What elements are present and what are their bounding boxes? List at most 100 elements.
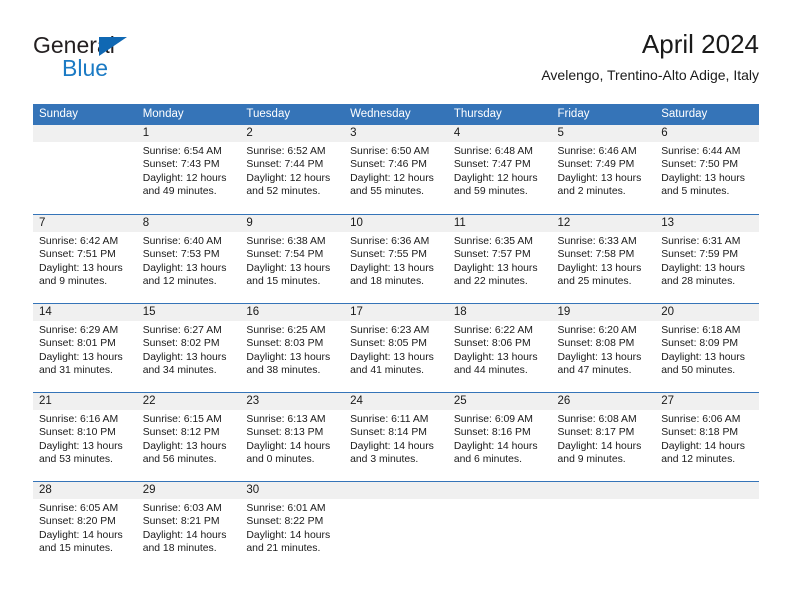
day-cell[interactable]: 28 Sunrise: 6:05 AM Sunset: 8:20 PM Dayl… xyxy=(33,482,137,570)
calendar-grid: Sunday Monday Tuesday Wednesday Thursday… xyxy=(33,104,759,570)
sunset-text: Sunset: 7:43 PM xyxy=(142,159,220,171)
daylight-text-line2: and 55 minutes. xyxy=(350,186,425,198)
week-row: 28 Sunrise: 6:05 AM Sunset: 8:20 PM Dayl… xyxy=(33,481,759,570)
day-cell[interactable]: 4 Sunrise: 6:48 AM Sunset: 7:47 PM Dayli… xyxy=(447,125,552,214)
day-number: 12 xyxy=(551,215,656,232)
generalblue-logo[interactable]: General Blue xyxy=(33,32,223,88)
day-cell[interactable]: 3 Sunrise: 6:50 AM Sunset: 7:46 PM Dayli… xyxy=(344,125,448,214)
sunrise-text: Sunrise: 6:20 AM xyxy=(557,325,637,336)
sunset-text: Sunset: 7:55 PM xyxy=(350,249,427,261)
sunset-text: Sunset: 7:51 PM xyxy=(39,249,116,261)
sunrise-text: Sunrise: 6:18 AM xyxy=(661,325,741,336)
day-cell[interactable]: 11 Sunrise: 6:35 AM Sunset: 7:57 PM Dayl… xyxy=(447,215,552,303)
day-cell[interactable]: 26 Sunrise: 6:08 AM Sunset: 8:17 PM Dayl… xyxy=(551,393,656,481)
daylight-text-line1: Daylight: 12 hours xyxy=(142,172,227,184)
day-details: Sunrise: 6:05 AM Sunset: 8:20 PM Dayligh… xyxy=(33,499,137,556)
day-cell[interactable]: 30 Sunrise: 6:01 AM Sunset: 8:22 PM Dayl… xyxy=(240,482,345,570)
sunset-text: Sunset: 8:06 PM xyxy=(453,338,531,350)
day-cell[interactable] xyxy=(551,482,656,570)
sunrise-text: Sunrise: 6:50 AM xyxy=(350,146,430,157)
sunrise-text: Sunrise: 6:22 AM xyxy=(453,325,533,336)
sunset-text: Sunset: 8:08 PM xyxy=(557,338,635,350)
sunrise-text: Sunrise: 6:38 AM xyxy=(246,236,326,247)
daylight-text-line1: Daylight: 13 hours xyxy=(246,351,331,363)
day-cell[interactable]: 20 Sunrise: 6:18 AM Sunset: 8:09 PM Dayl… xyxy=(655,304,759,392)
day-cell[interactable]: 27 Sunrise: 6:06 AM Sunset: 8:18 PM Dayl… xyxy=(655,393,759,481)
day-cell[interactable]: 15 Sunrise: 6:27 AM Sunset: 8:02 PM Dayl… xyxy=(136,304,241,392)
sunset-text: Sunset: 7:44 PM xyxy=(246,159,324,171)
sunrise-text: Sunrise: 6:35 AM xyxy=(453,236,533,247)
day-cell[interactable]: 12 Sunrise: 6:33 AM Sunset: 7:58 PM Dayl… xyxy=(551,215,656,303)
day-number xyxy=(344,482,448,499)
sunset-text: Sunset: 7:46 PM xyxy=(350,159,427,171)
sunset-text: Sunset: 7:58 PM xyxy=(557,249,635,261)
daylight-text-line1: Daylight: 14 hours xyxy=(39,529,123,541)
sunset-text: Sunset: 8:20 PM xyxy=(39,516,116,528)
daylight-text-line2: and 22 minutes. xyxy=(453,276,528,288)
day-cell[interactable]: 22 Sunrise: 6:15 AM Sunset: 8:12 PM Dayl… xyxy=(136,393,241,481)
day-cell[interactable] xyxy=(447,482,552,570)
day-cell[interactable] xyxy=(655,482,759,570)
daylight-text-line2: and 41 minutes. xyxy=(350,365,425,377)
sunrise-text: Sunrise: 6:54 AM xyxy=(142,146,222,157)
day-cell[interactable]: 13 Sunrise: 6:31 AM Sunset: 7:59 PM Dayl… xyxy=(655,215,759,303)
day-number: 9 xyxy=(240,215,345,232)
daylight-text-line1: Daylight: 13 hours xyxy=(142,351,227,363)
sunrise-text: Sunrise: 6:06 AM xyxy=(661,414,741,425)
day-cell[interactable]: 8 Sunrise: 6:40 AM Sunset: 7:53 PM Dayli… xyxy=(136,215,241,303)
day-cell[interactable]: 16 Sunrise: 6:25 AM Sunset: 8:03 PM Dayl… xyxy=(240,304,345,392)
day-cell[interactable]: 5 Sunrise: 6:46 AM Sunset: 7:49 PM Dayli… xyxy=(551,125,656,214)
sunrise-text: Sunrise: 6:52 AM xyxy=(246,146,326,157)
week-row: 21 Sunrise: 6:16 AM Sunset: 8:10 PM Dayl… xyxy=(33,392,759,481)
sunrise-text: Sunrise: 6:27 AM xyxy=(142,325,222,336)
day-cell[interactable] xyxy=(344,482,448,570)
day-cell[interactable]: 19 Sunrise: 6:20 AM Sunset: 8:08 PM Dayl… xyxy=(551,304,656,392)
daylight-text-line1: Daylight: 13 hours xyxy=(453,262,538,274)
sunset-text: Sunset: 7:50 PM xyxy=(661,159,739,171)
day-cell[interactable]: 25 Sunrise: 6:09 AM Sunset: 8:16 PM Dayl… xyxy=(447,393,552,481)
sunrise-text: Sunrise: 6:01 AM xyxy=(246,503,326,514)
daylight-text-line1: Daylight: 14 hours xyxy=(453,440,538,452)
daylight-text-line2: and 53 minutes. xyxy=(39,454,113,466)
day-cell[interactable]: 18 Sunrise: 6:22 AM Sunset: 8:06 PM Dayl… xyxy=(447,304,552,392)
daylight-text-line1: Daylight: 13 hours xyxy=(661,172,745,184)
daylight-text-line1: Daylight: 13 hours xyxy=(557,351,642,363)
page-title: April 2024 xyxy=(641,29,759,59)
day-number: 2 xyxy=(240,125,345,142)
day-number: 24 xyxy=(344,393,448,410)
day-number: 4 xyxy=(447,125,552,142)
daylight-text-line2: and 49 minutes. xyxy=(142,186,217,198)
day-cell[interactable]: 1 Sunrise: 6:54 AM Sunset: 7:43 PM Dayli… xyxy=(136,125,241,214)
day-number: 25 xyxy=(447,393,552,410)
day-details: Sunrise: 6:25 AM Sunset: 8:03 PM Dayligh… xyxy=(240,321,344,378)
sunset-text: Sunset: 8:10 PM xyxy=(39,427,116,439)
day-cell[interactable] xyxy=(33,125,137,214)
day-cell[interactable]: 24 Sunrise: 6:11 AM Sunset: 8:14 PM Dayl… xyxy=(344,393,448,481)
day-cell[interactable]: 10 Sunrise: 6:36 AM Sunset: 7:55 PM Dayl… xyxy=(344,215,448,303)
day-cell[interactable]: 23 Sunrise: 6:13 AM Sunset: 8:13 PM Dayl… xyxy=(240,393,345,481)
day-cell[interactable]: 6 Sunrise: 6:44 AM Sunset: 7:50 PM Dayli… xyxy=(655,125,759,214)
day-cell[interactable]: 7 Sunrise: 6:42 AM Sunset: 7:51 PM Dayli… xyxy=(33,215,137,303)
day-cell[interactable]: 2 Sunrise: 6:52 AM Sunset: 7:44 PM Dayli… xyxy=(240,125,345,214)
day-details: Sunrise: 6:50 AM Sunset: 7:46 PM Dayligh… xyxy=(344,142,448,199)
triangle-icon xyxy=(99,37,127,56)
daylight-text-line2: and 6 minutes. xyxy=(453,454,522,466)
daylight-text-line1: Daylight: 14 hours xyxy=(557,440,642,452)
daylight-text-line2: and 18 minutes. xyxy=(350,276,425,288)
daylight-text-line2: and 15 minutes. xyxy=(246,276,321,288)
daylight-text-line2: and 15 minutes. xyxy=(39,543,113,555)
day-cell[interactable]: 14 Sunrise: 6:29 AM Sunset: 8:01 PM Dayl… xyxy=(33,304,137,392)
daylight-text-line2: and 28 minutes. xyxy=(661,276,736,288)
daylight-text-line2: and 5 minutes. xyxy=(661,186,730,198)
daylight-text-line1: Daylight: 14 hours xyxy=(350,440,434,452)
day-cell[interactable]: 17 Sunrise: 6:23 AM Sunset: 8:05 PM Dayl… xyxy=(344,304,448,392)
day-cell[interactable]: 21 Sunrise: 6:16 AM Sunset: 8:10 PM Dayl… xyxy=(33,393,137,481)
sunset-text: Sunset: 8:16 PM xyxy=(453,427,531,439)
day-cell[interactable]: 9 Sunrise: 6:38 AM Sunset: 7:54 PM Dayli… xyxy=(240,215,345,303)
sunrise-text: Sunrise: 6:44 AM xyxy=(661,146,741,157)
daylight-text-line2: and 3 minutes. xyxy=(350,454,419,466)
day-cell[interactable]: 29 Sunrise: 6:03 AM Sunset: 8:21 PM Dayl… xyxy=(136,482,241,570)
week-row: 1 Sunrise: 6:54 AM Sunset: 7:43 PM Dayli… xyxy=(33,125,759,214)
day-details: Sunrise: 6:09 AM Sunset: 8:16 PM Dayligh… xyxy=(448,410,552,467)
sunset-text: Sunset: 8:14 PM xyxy=(350,427,427,439)
